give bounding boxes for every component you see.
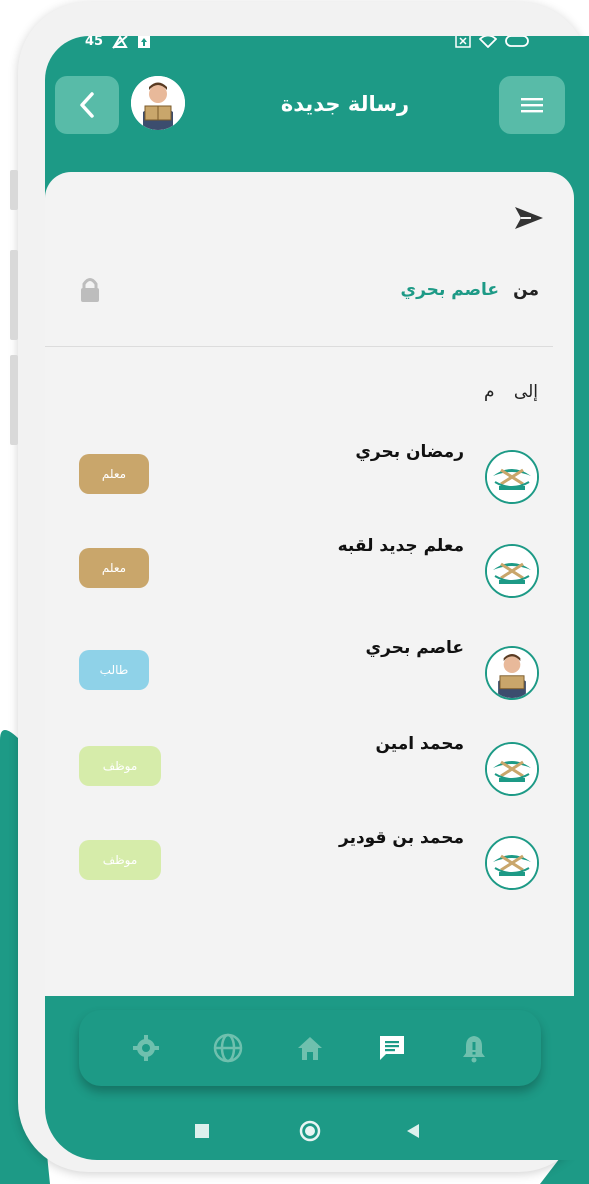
role-badge: موظف xyxy=(79,746,161,786)
phone-side-button xyxy=(10,170,18,210)
nav-home[interactable] xyxy=(292,1030,328,1066)
app-screen: 45 رسالة جديدة من عاصم بحري إلى م رمضان … xyxy=(45,36,589,1160)
globe-icon xyxy=(213,1033,243,1063)
settings-icon xyxy=(133,1035,159,1061)
recipient-name: رمضان بحري xyxy=(355,442,464,462)
student-photo-icon xyxy=(131,76,185,130)
home-icon xyxy=(298,1037,322,1060)
to-input-value[interactable]: م xyxy=(484,382,495,402)
battery-icon xyxy=(505,36,529,47)
recipient-item[interactable]: محمد بن قودير موظف xyxy=(45,828,574,918)
role-badge: طالب xyxy=(79,650,149,690)
role-badge: معلم xyxy=(79,454,149,494)
page-title: رسالة جديدة xyxy=(280,92,410,116)
recipient-item[interactable]: عاصم بحري طالب xyxy=(45,638,574,728)
role-badge: معلم xyxy=(79,548,149,588)
recipient-item[interactable]: معلم جديد لقبه معلم xyxy=(45,536,574,626)
close-box-icon xyxy=(455,36,471,48)
phone-side-button xyxy=(10,250,18,340)
wifi-icon xyxy=(479,36,497,48)
message-icon xyxy=(380,1036,404,1060)
from-name: عاصم بحري xyxy=(400,280,499,300)
recipient-name: محمد بن قودير xyxy=(339,828,464,848)
back-button[interactable] xyxy=(55,76,119,134)
recents-square-icon[interactable] xyxy=(195,1124,209,1138)
student-photo-icon xyxy=(485,646,539,700)
recipient-name: عاصم بحري xyxy=(365,638,464,658)
phone-side-button xyxy=(10,355,18,445)
status-bar: 45 xyxy=(45,36,589,54)
nav-web[interactable] xyxy=(210,1030,246,1066)
lock-icon xyxy=(81,278,99,302)
nav-messages[interactable] xyxy=(374,1030,410,1066)
divider xyxy=(45,346,553,347)
recipient-item[interactable]: محمد امين موظف xyxy=(45,734,574,824)
user-avatar[interactable] xyxy=(131,76,185,130)
status-right xyxy=(455,36,531,48)
recipient-name: معلم جديد لقبه xyxy=(337,536,464,556)
to-label: إلى xyxy=(513,382,538,402)
compose-card: من عاصم بحري إلى م رمضان بحري معلم معلم … xyxy=(45,172,574,996)
system-nav-bar xyxy=(45,1100,589,1160)
chevron-left-icon xyxy=(80,92,94,118)
bell-icon xyxy=(463,1036,485,1063)
recipient-item[interactable]: رمضان بحري معلم xyxy=(45,442,574,532)
role-badge: موظف xyxy=(79,840,161,880)
menu-button[interactable] xyxy=(499,76,565,134)
bottom-nav xyxy=(79,1010,541,1086)
upload-icon xyxy=(138,36,151,48)
back-triangle-icon[interactable] xyxy=(407,1124,421,1138)
quran-logo-icon xyxy=(485,450,539,504)
notification-off-icon xyxy=(112,36,128,49)
from-label: من xyxy=(513,280,539,300)
status-time: 45 xyxy=(85,36,104,49)
nav-settings[interactable] xyxy=(128,1030,164,1066)
nav-notifications[interactable] xyxy=(456,1030,492,1066)
quran-logo-icon xyxy=(485,836,539,890)
to-field[interactable]: إلى م xyxy=(484,382,538,402)
status-left: 45 xyxy=(85,36,151,49)
recipient-name: محمد امين xyxy=(375,734,464,754)
quran-logo-icon xyxy=(485,544,539,598)
send-icon[interactable] xyxy=(513,204,545,232)
hamburger-menu-icon xyxy=(521,98,543,113)
home-circle-icon[interactable] xyxy=(299,1120,321,1142)
quran-logo-icon xyxy=(485,742,539,796)
from-row: من عاصم بحري xyxy=(45,272,574,314)
